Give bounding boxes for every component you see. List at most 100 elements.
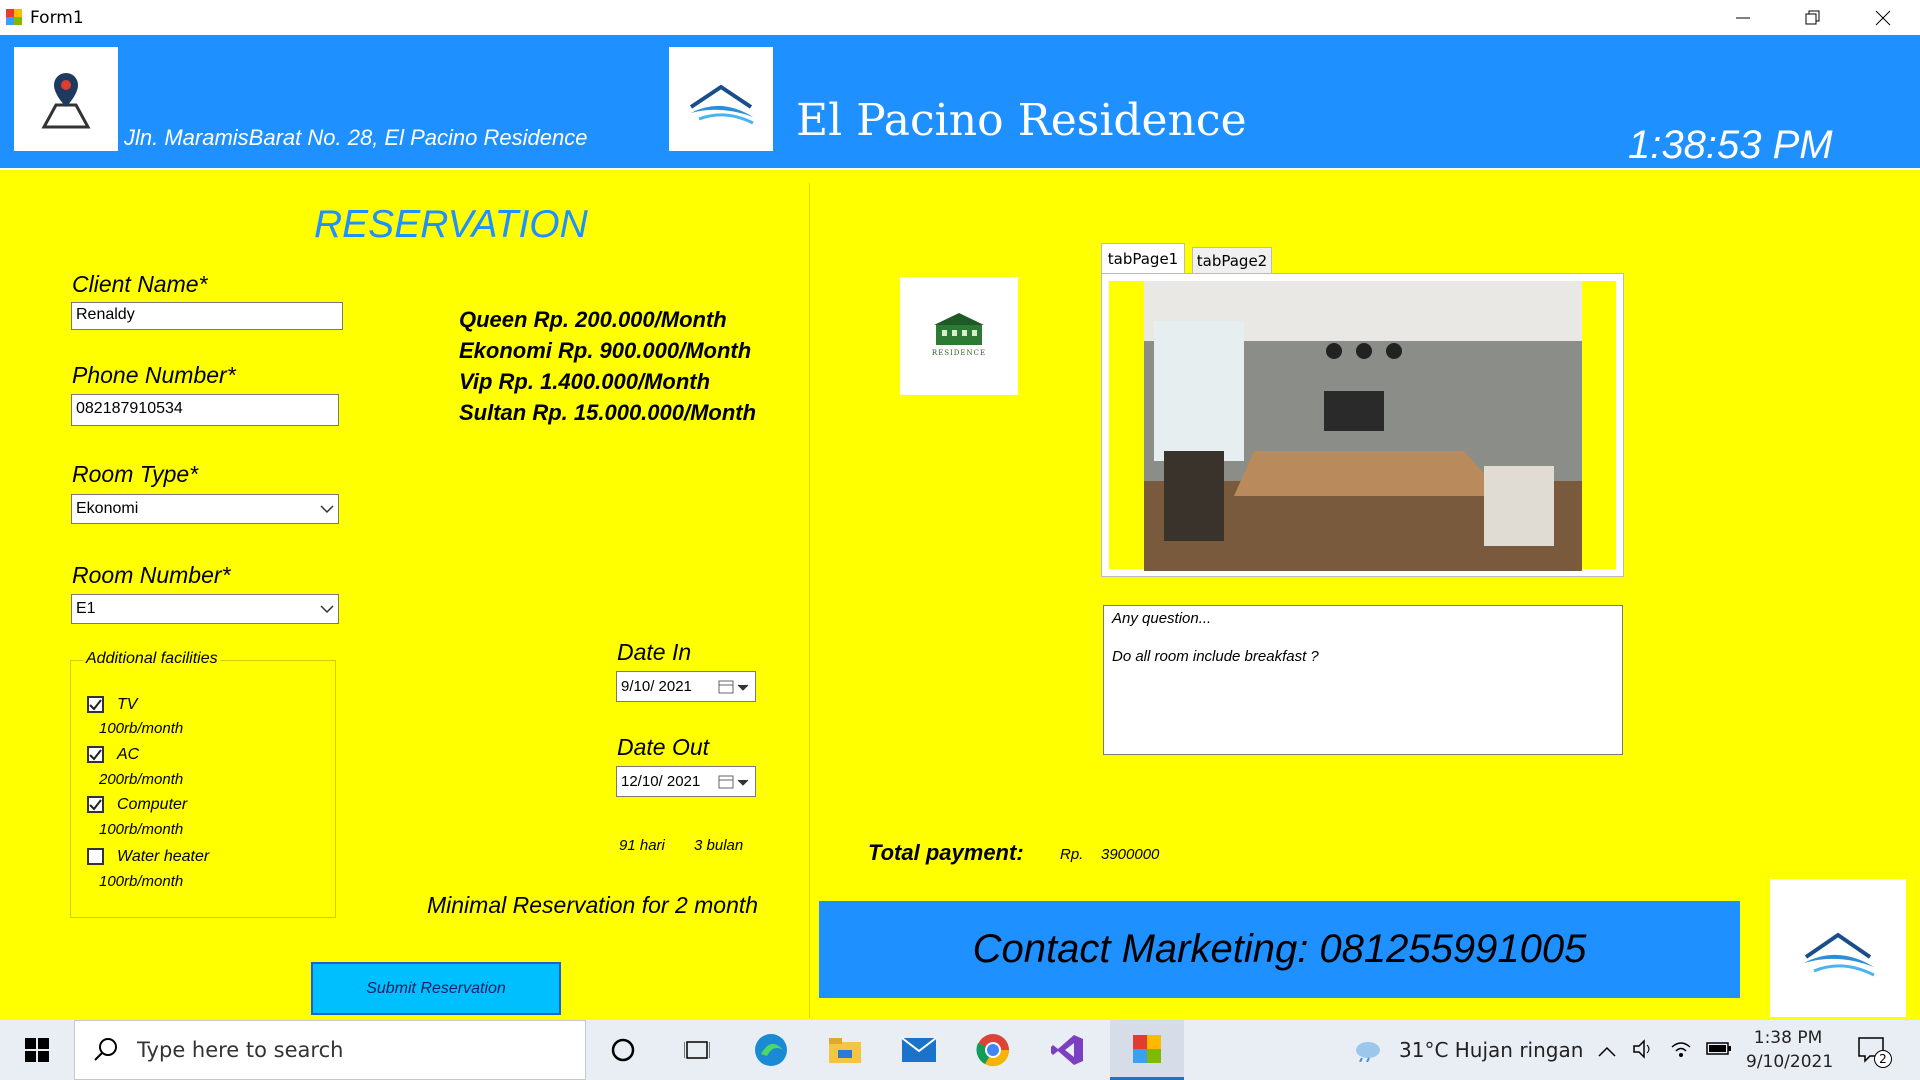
taskbar-clock[interactable]: 1:38 PM 9/10/2021	[1746, 1026, 1834, 1074]
image-box	[1109, 281, 1616, 571]
contact-marketing-banner: Contact Marketing: 081255991005	[819, 901, 1740, 998]
room-number-value: E1	[76, 600, 96, 617]
room-type-select[interactable]: Ekonomi	[71, 494, 339, 524]
window-title: Form1	[30, 8, 84, 28]
notification-count-badge: 2	[1874, 1050, 1892, 1068]
tab-page1[interactable]: tabPage1	[1101, 243, 1185, 273]
notifications-button[interactable]: 2	[1856, 1034, 1892, 1068]
date-in-picker[interactable]: 9/10/ 2021	[616, 671, 756, 702]
date-out-picker[interactable]: 12/10/ 2021	[616, 766, 756, 797]
residence-logo: RESIDENCE	[900, 277, 1018, 395]
date-in-value: 9/10/ 2021	[621, 678, 692, 695]
chevron-down-icon	[320, 605, 334, 614]
question-textbox[interactable]: Any question... Do all room include brea…	[1103, 605, 1623, 755]
close-icon	[1875, 10, 1891, 25]
form1-taskbar-button[interactable]	[1110, 1020, 1184, 1080]
question-text: Do all room include breakfast ?	[1112, 648, 1319, 665]
brand-title: El Pacino Residence	[796, 95, 1247, 146]
house-icon	[689, 84, 754, 125]
date-out-value: 12/10/ 2021	[621, 773, 701, 790]
residence-building-icon	[934, 313, 984, 345]
ac-checkbox[interactable]	[87, 746, 104, 763]
checkmark-icon	[89, 799, 102, 811]
taskbar: Type here to search 31°C Hujan ringan 1:…	[0, 1020, 1920, 1080]
chevron-down-icon	[320, 505, 334, 514]
phone-number-input[interactable]: 082187910534	[71, 394, 339, 426]
total-payment-label: Total payment:	[868, 840, 1024, 865]
price-list: Queen Rp. 200.000/Month Ekonomi Rp. 900.…	[459, 304, 756, 428]
submit-reservation-label: Submit Reservation	[366, 979, 506, 997]
price-sultan: Sultan Rp. 15.000.000/Month	[459, 400, 757, 425]
house-logo	[669, 47, 773, 151]
minimize-button[interactable]	[1708, 0, 1778, 35]
room-photo	[1144, 281, 1582, 571]
tab-page2[interactable]: tabPage2	[1192, 247, 1272, 273]
chevron-up-icon[interactable]	[1598, 1042, 1616, 1061]
room-type-label: Room Type*	[72, 461, 199, 487]
residence-logo-text: RESIDENCE	[931, 349, 987, 357]
total-payment-value: 3900000	[1101, 846, 1160, 863]
volume-icon[interactable]	[1632, 1038, 1654, 1064]
client-name-input[interactable]: Renaldy	[71, 302, 343, 330]
submit-reservation-button[interactable]: Submit Reservation	[311, 962, 561, 1015]
contact-marketing-text: Contact Marketing: 081255991005	[972, 927, 1587, 971]
taskbar-search-box[interactable]: Type here to search	[74, 1020, 586, 1080]
water-heater-checkbox[interactable]	[87, 848, 104, 865]
tab-panel	[1101, 273, 1624, 577]
house-icon	[1804, 932, 1875, 977]
cortana-icon	[611, 1038, 635, 1062]
wifi-icon[interactable]	[1670, 1038, 1692, 1064]
task-view-icon	[684, 1041, 710, 1059]
app-window-icon	[1133, 1034, 1161, 1063]
search-icon	[94, 1038, 117, 1061]
phone-number-label: Phone Number*	[72, 362, 236, 388]
checkmark-icon	[89, 699, 102, 711]
calendar-dropdown-icon	[718, 680, 749, 693]
reservation-heading: RESERVATION	[314, 203, 588, 246]
window-titlebar: Form1	[0, 0, 1920, 35]
windows-icon	[25, 1038, 49, 1062]
taskbar-date: 9/10/2021	[1746, 1052, 1834, 1072]
ac-label: AC	[117, 746, 140, 763]
client-name-label: Client Name*	[72, 271, 208, 297]
room-number-select[interactable]: E1	[71, 594, 339, 624]
water-heater-label: Water heater	[117, 848, 210, 865]
dining-room-illustration	[1144, 281, 1582, 571]
edge-taskbar-button[interactable]	[734, 1020, 808, 1080]
water-heater-price: 100rb/month	[99, 873, 184, 890]
restore-button[interactable]	[1778, 0, 1848, 35]
chrome-taskbar-button[interactable]	[956, 1020, 1030, 1080]
weather-text[interactable]: 31°C Hujan ringan	[1399, 1038, 1583, 1062]
computer-checkbox[interactable]	[87, 796, 104, 813]
folder-icon	[829, 1038, 861, 1063]
panel-divider	[809, 183, 810, 1018]
ac-price: 200rb/month	[99, 771, 184, 788]
edge-icon	[755, 1034, 787, 1066]
tv-label: TV	[117, 696, 138, 713]
date-in-label: Date In	[617, 639, 692, 665]
months-count: 3 bulan	[694, 837, 744, 854]
search-placeholder: Type here to search	[137, 1038, 344, 1062]
chrome-icon	[976, 1034, 1010, 1067]
date-out-label: Date Out	[617, 734, 710, 760]
battery-icon[interactable]	[1706, 1040, 1732, 1060]
header-banner: Jln. MaramisBarat No. 28, El Pacino Resi…	[0, 35, 1920, 168]
minimal-reservation-note: Minimal Reservation for 2 month	[427, 892, 759, 918]
calendar-dropdown-icon	[718, 775, 749, 788]
weather-icon	[1352, 1038, 1382, 1066]
cortana-button[interactable]	[586, 1020, 660, 1080]
house-logo-bottom	[1770, 879, 1906, 1017]
visual-studio-taskbar-button[interactable]	[1030, 1020, 1104, 1080]
file-explorer-taskbar-button[interactable]	[808, 1020, 882, 1080]
tv-price: 100rb/month	[99, 720, 184, 737]
mail-taskbar-button[interactable]	[882, 1020, 956, 1080]
room-number-label: Room Number*	[72, 562, 231, 588]
price-queen: Queen Rp. 200.000/Month	[459, 307, 727, 332]
restore-icon	[1805, 10, 1820, 24]
close-button[interactable]	[1848, 0, 1918, 35]
facilities-title: Additional facilities	[84, 650, 220, 668]
task-view-button[interactable]	[660, 1020, 734, 1080]
start-button[interactable]	[0, 1020, 74, 1080]
computer-label: Computer	[117, 796, 188, 813]
tv-checkbox[interactable]	[87, 696, 104, 713]
